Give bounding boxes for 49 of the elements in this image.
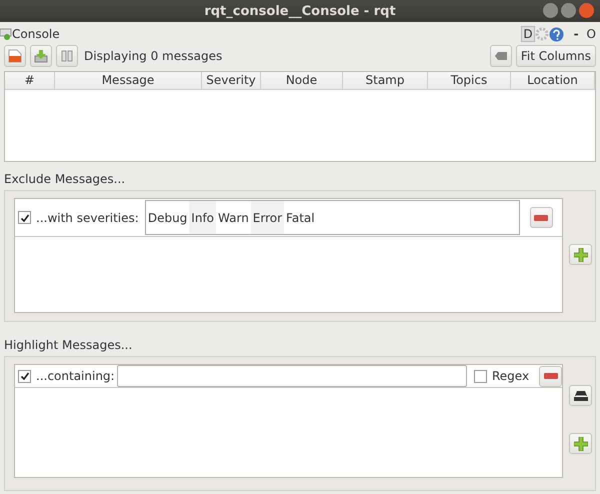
filter-label: ...containing: — [36, 369, 115, 383]
filter-label: ...with severities: — [36, 210, 139, 224]
status-text: Displaying 0 messages — [84, 49, 224, 63]
backspace-icon — [494, 51, 508, 61]
regex-label: Regex — [492, 369, 530, 383]
column-header[interactable]: Location — [511, 72, 595, 89]
close-dock-button[interactable]: O — [586, 27, 596, 41]
remove-button[interactable] — [530, 207, 552, 228]
clear-button[interactable] — [490, 45, 512, 67]
add-button[interactable] — [569, 244, 592, 265]
section-title: Highlight Messages... — [4, 338, 132, 352]
remove-button[interactable] — [539, 366, 562, 386]
open-button[interactable] — [4, 45, 26, 67]
column-header[interactable]: Severity — [202, 72, 261, 89]
column-header[interactable]: Topics — [428, 72, 511, 89]
save-button[interactable] — [30, 45, 52, 67]
fit-columns-button[interactable]: Fit Columns — [516, 45, 596, 67]
minimize-button[interactable] — [543, 3, 558, 18]
checkbox[interactable] — [474, 370, 487, 382]
plus-icon — [574, 248, 588, 262]
maximize-button[interactable] — [561, 3, 576, 18]
window-title: rqt_console__Console - rqt — [204, 4, 396, 18]
plus-icon — [574, 436, 588, 450]
checkbox[interactable] — [18, 370, 31, 382]
filter-text-field[interactable] — [116, 365, 467, 387]
severity-item[interactable]: Fatal — [284, 201, 317, 234]
column-header[interactable]: Node — [261, 72, 343, 89]
column-header[interactable]: # — [5, 72, 55, 89]
minus-icon — [534, 214, 548, 220]
minimize-dock-button[interactable]: - — [574, 27, 579, 41]
help-icon[interactable] — [548, 26, 564, 42]
checkbox[interactable] — [18, 211, 31, 224]
section-title: Exclude Messages... — [4, 172, 126, 186]
pause-button[interactable] — [56, 45, 78, 67]
plugin-title: Console — [12, 27, 61, 41]
column-header[interactable]: Stamp — [343, 72, 428, 89]
highlight-button[interactable] — [569, 385, 592, 406]
pause-icon — [61, 50, 73, 62]
add-button[interactable] — [569, 433, 592, 454]
severity-item[interactable]: Info — [189, 201, 216, 234]
document-icon — [8, 49, 22, 63]
severity-item[interactable]: Error — [250, 201, 284, 234]
severity-item[interactable]: Debug — [146, 201, 190, 234]
minus-icon — [544, 373, 558, 379]
close-button[interactable] — [579, 3, 594, 18]
d-button[interactable]: D — [521, 26, 535, 42]
column-header[interactable]: Message — [55, 72, 202, 89]
severity-item[interactable]: Warn — [216, 201, 251, 234]
download-icon — [34, 49, 48, 63]
